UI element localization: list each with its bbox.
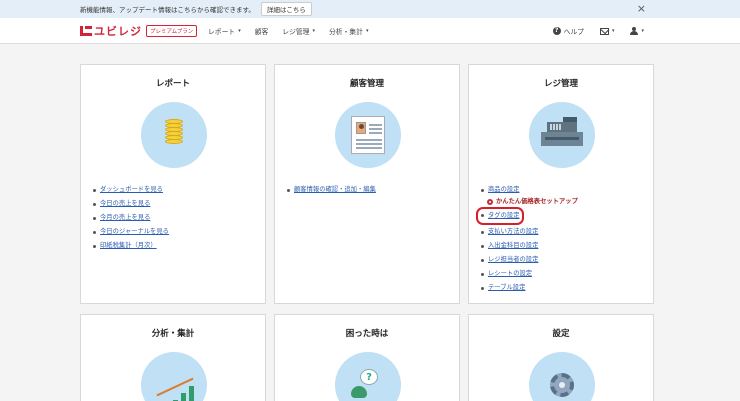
gear-icon	[487, 199, 493, 205]
user-menu[interactable]: ▾	[630, 27, 644, 35]
card-analysis: 分析・集計	[80, 314, 266, 401]
link-price-setup[interactable]: かんたん価格表セットアップ	[496, 197, 578, 207]
bar-chart-icon	[141, 352, 207, 401]
mail-menu[interactable]: ▾	[599, 27, 615, 35]
list-item: テーブル設定	[481, 281, 578, 295]
highlight-box: タグの設定	[476, 207, 525, 225]
link-customer-info[interactable]: 顧客情報の確認・追加・編集	[294, 183, 376, 197]
link-today-journal[interactable]: 今日のジャーナルを見る	[100, 225, 169, 239]
list-item: 今日のジャーナルを見る	[93, 225, 169, 239]
card-customer: 顧客管理 顧客情報の確認・追加・編集	[274, 64, 460, 304]
mail-icon	[599, 27, 609, 35]
nav-customer[interactable]: 顧客	[255, 26, 269, 36]
card-title: レジ管理	[543, 79, 578, 89]
profile-document-icon	[335, 102, 401, 168]
help-link[interactable]: ? ヘルプ	[552, 26, 584, 36]
link-staff-settings[interactable]: レジ担当者の設定	[488, 253, 538, 267]
list-item: 顧客情報の確認・追加・編集	[287, 183, 376, 197]
nav-analysis[interactable]: 分析・集計 ▾	[329, 26, 369, 36]
card-title: 困った時は	[345, 329, 389, 339]
link-today-sales[interactable]: 今日の売上を見る	[100, 197, 150, 211]
nav-report[interactable]: レポート ▾	[208, 26, 241, 36]
list-item: 入出金科目の設定	[481, 239, 578, 253]
card-title: 設定	[552, 329, 570, 339]
logo[interactable]: ユビレジ	[80, 24, 142, 38]
notice-details-button[interactable]: 詳細はこちら	[260, 2, 312, 16]
question-icon: ?	[552, 27, 561, 35]
coins-icon	[141, 102, 207, 168]
card-title: レポート	[155, 79, 190, 89]
list-item: かんたん価格表セットアップ	[481, 197, 578, 207]
card-settings: 設定	[468, 314, 654, 401]
logo-text: ユビレジ	[94, 25, 142, 38]
question-bubble-icon: ?	[335, 352, 401, 401]
list-item: レジ担当者の設定	[481, 253, 578, 267]
card-trouble: 困った時は ?	[274, 314, 460, 401]
cash-register-icon	[529, 102, 595, 168]
header-right: ? ヘルプ ▾ ▾	[537, 18, 644, 44]
link-receipt-settings[interactable]: レシートの設定	[488, 267, 532, 281]
logo-mark-icon	[80, 25, 92, 37]
close-icon[interactable]: ×	[637, 3, 646, 15]
list-item: 支払い方法の設定	[481, 225, 578, 239]
list-item: 商品の設定	[481, 183, 578, 197]
card-title: 顧客管理	[349, 79, 384, 89]
chevron-down-icon: ▾	[641, 28, 644, 34]
register-links: 商品の設定 かんたん価格表セットアップ タグの設定 支払い方法の設定 入出金科目…	[476, 183, 578, 295]
link-table-settings[interactable]: テーブル設定	[488, 281, 525, 295]
top-header: ユビレジ プレミアムプラン レポート ▾ 顧客 レジ管理 ▾ 分析・集計 ▾ ? ヘルプ…	[0, 18, 740, 44]
chevron-down-icon: ▾	[238, 28, 241, 34]
notice-bar: 新機能情報、アップデート情報はこちらから確認できます。 詳細はこちら ×	[0, 0, 740, 18]
user-icon	[630, 27, 639, 35]
customer-links: 顧客情報の確認・追加・編集	[287, 183, 376, 197]
link-stamp-tax[interactable]: 印紙税集計（月次）	[100, 239, 157, 253]
link-payment-settings[interactable]: 支払い方法の設定	[488, 225, 538, 239]
chevron-down-icon: ▾	[312, 28, 315, 34]
card-title: 分析・集計	[151, 329, 195, 339]
link-month-sales[interactable]: 今月の売上を見る	[100, 211, 150, 225]
chevron-down-icon: ▾	[365, 28, 369, 34]
notice-text: 新機能情報、アップデート情報はこちらから確認できます。	[80, 6, 255, 14]
list-item: 今日の売上を見る	[93, 197, 169, 211]
nav-register[interactable]: レジ管理 ▾	[282, 26, 315, 36]
report-links: ダッシュボードを見る 今日の売上を見る 今月の売上を見る 今日のジャーナルを見る…	[93, 183, 169, 253]
list-item: レシートの設定	[481, 267, 578, 281]
list-item: 今月の売上を見る	[93, 211, 169, 225]
list-item: 印紙税集計（月次）	[93, 239, 169, 253]
link-product-settings[interactable]: 商品の設定	[488, 183, 519, 197]
list-item: ダッシュボードを見る	[93, 183, 169, 197]
chevron-down-icon: ▾	[611, 28, 615, 34]
list-item: タグの設定	[476, 207, 578, 225]
link-dashboard[interactable]: ダッシュボードを見る	[100, 183, 163, 197]
plan-badge: プレミアムプラン	[146, 25, 198, 37]
card-report: レポート ダッシュボードを見る 今日の売上を見る 今月の売上を見る 今日のジャー…	[80, 64, 266, 304]
link-tag-settings[interactable]: タグの設定	[488, 212, 519, 219]
main-nav: レポート ▾ 顧客 レジ管理 ▾ 分析・集計 ▾	[208, 18, 383, 44]
card-register: レジ管理 商品の設定 かんたん価格表セットアップ タグの設定 支払い方法の設定 …	[468, 64, 654, 304]
link-cash-account-settings[interactable]: 入出金科目の設定	[488, 239, 538, 253]
gear-icon	[529, 352, 595, 401]
